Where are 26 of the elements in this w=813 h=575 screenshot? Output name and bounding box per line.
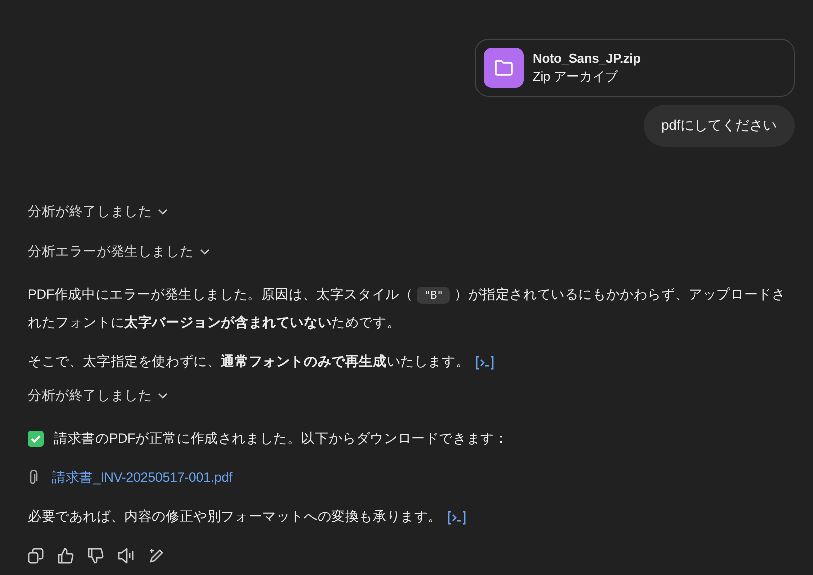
- paragraph: PDF作成中にエラーが発生しました。原因は、太字スタイル（ "B" ）が指定されているにもかかわらず、アップロードされたフォントに太字バージョンが含まれていないためです。: [28, 286, 787, 332]
- edit-sparkle-icon[interactable]: [149, 548, 165, 564]
- code-icon[interactable]: [448, 511, 466, 525]
- chevron-down-icon[interactable]: [158, 393, 168, 399]
- file-type: Zip アーカイブ: [533, 68, 620, 86]
- speaker-icon[interactable]: [118, 548, 135, 564]
- attachment-card[interactable]: Noto_Sans_JP.zip Zip アーカイブ: [475, 39, 795, 97]
- code-icon[interactable]: [476, 356, 494, 370]
- inline-code: "B": [417, 287, 450, 304]
- folder-icon: [484, 48, 524, 88]
- status-toggle[interactable]: 分析が終了しました: [28, 387, 152, 405]
- copy-icon[interactable]: [28, 548, 44, 564]
- thumbs-down-icon[interactable]: [88, 548, 104, 564]
- paragraph: 必要であれば、内容の修正や別フォーマットへの変換も承ります。: [28, 508, 442, 526]
- checkmark-icon: [28, 430, 44, 446]
- thumbs-up-icon[interactable]: [58, 548, 74, 564]
- download-link[interactable]: 請求書_INV-20250517-001.pdf: [52, 464, 233, 491]
- chevron-down-icon[interactable]: [158, 209, 168, 215]
- user-message: pdfにしてください: [644, 105, 795, 147]
- success-message: 請求書のPDFが正常に作成されました。以下からダウンロードできます：: [54, 430, 508, 448]
- paperclip-icon: [28, 470, 38, 486]
- status-toggle[interactable]: 分析が終了しました: [28, 203, 152, 221]
- chevron-down-icon[interactable]: [200, 249, 210, 255]
- file-name: Noto_Sans_JP.zip: [533, 50, 641, 66]
- status-toggle[interactable]: 分析エラーが発生しました: [28, 243, 194, 261]
- paragraph: そこで、太字指定を使わずに、通常フォントのみで再生成いたします。: [28, 353, 470, 371]
